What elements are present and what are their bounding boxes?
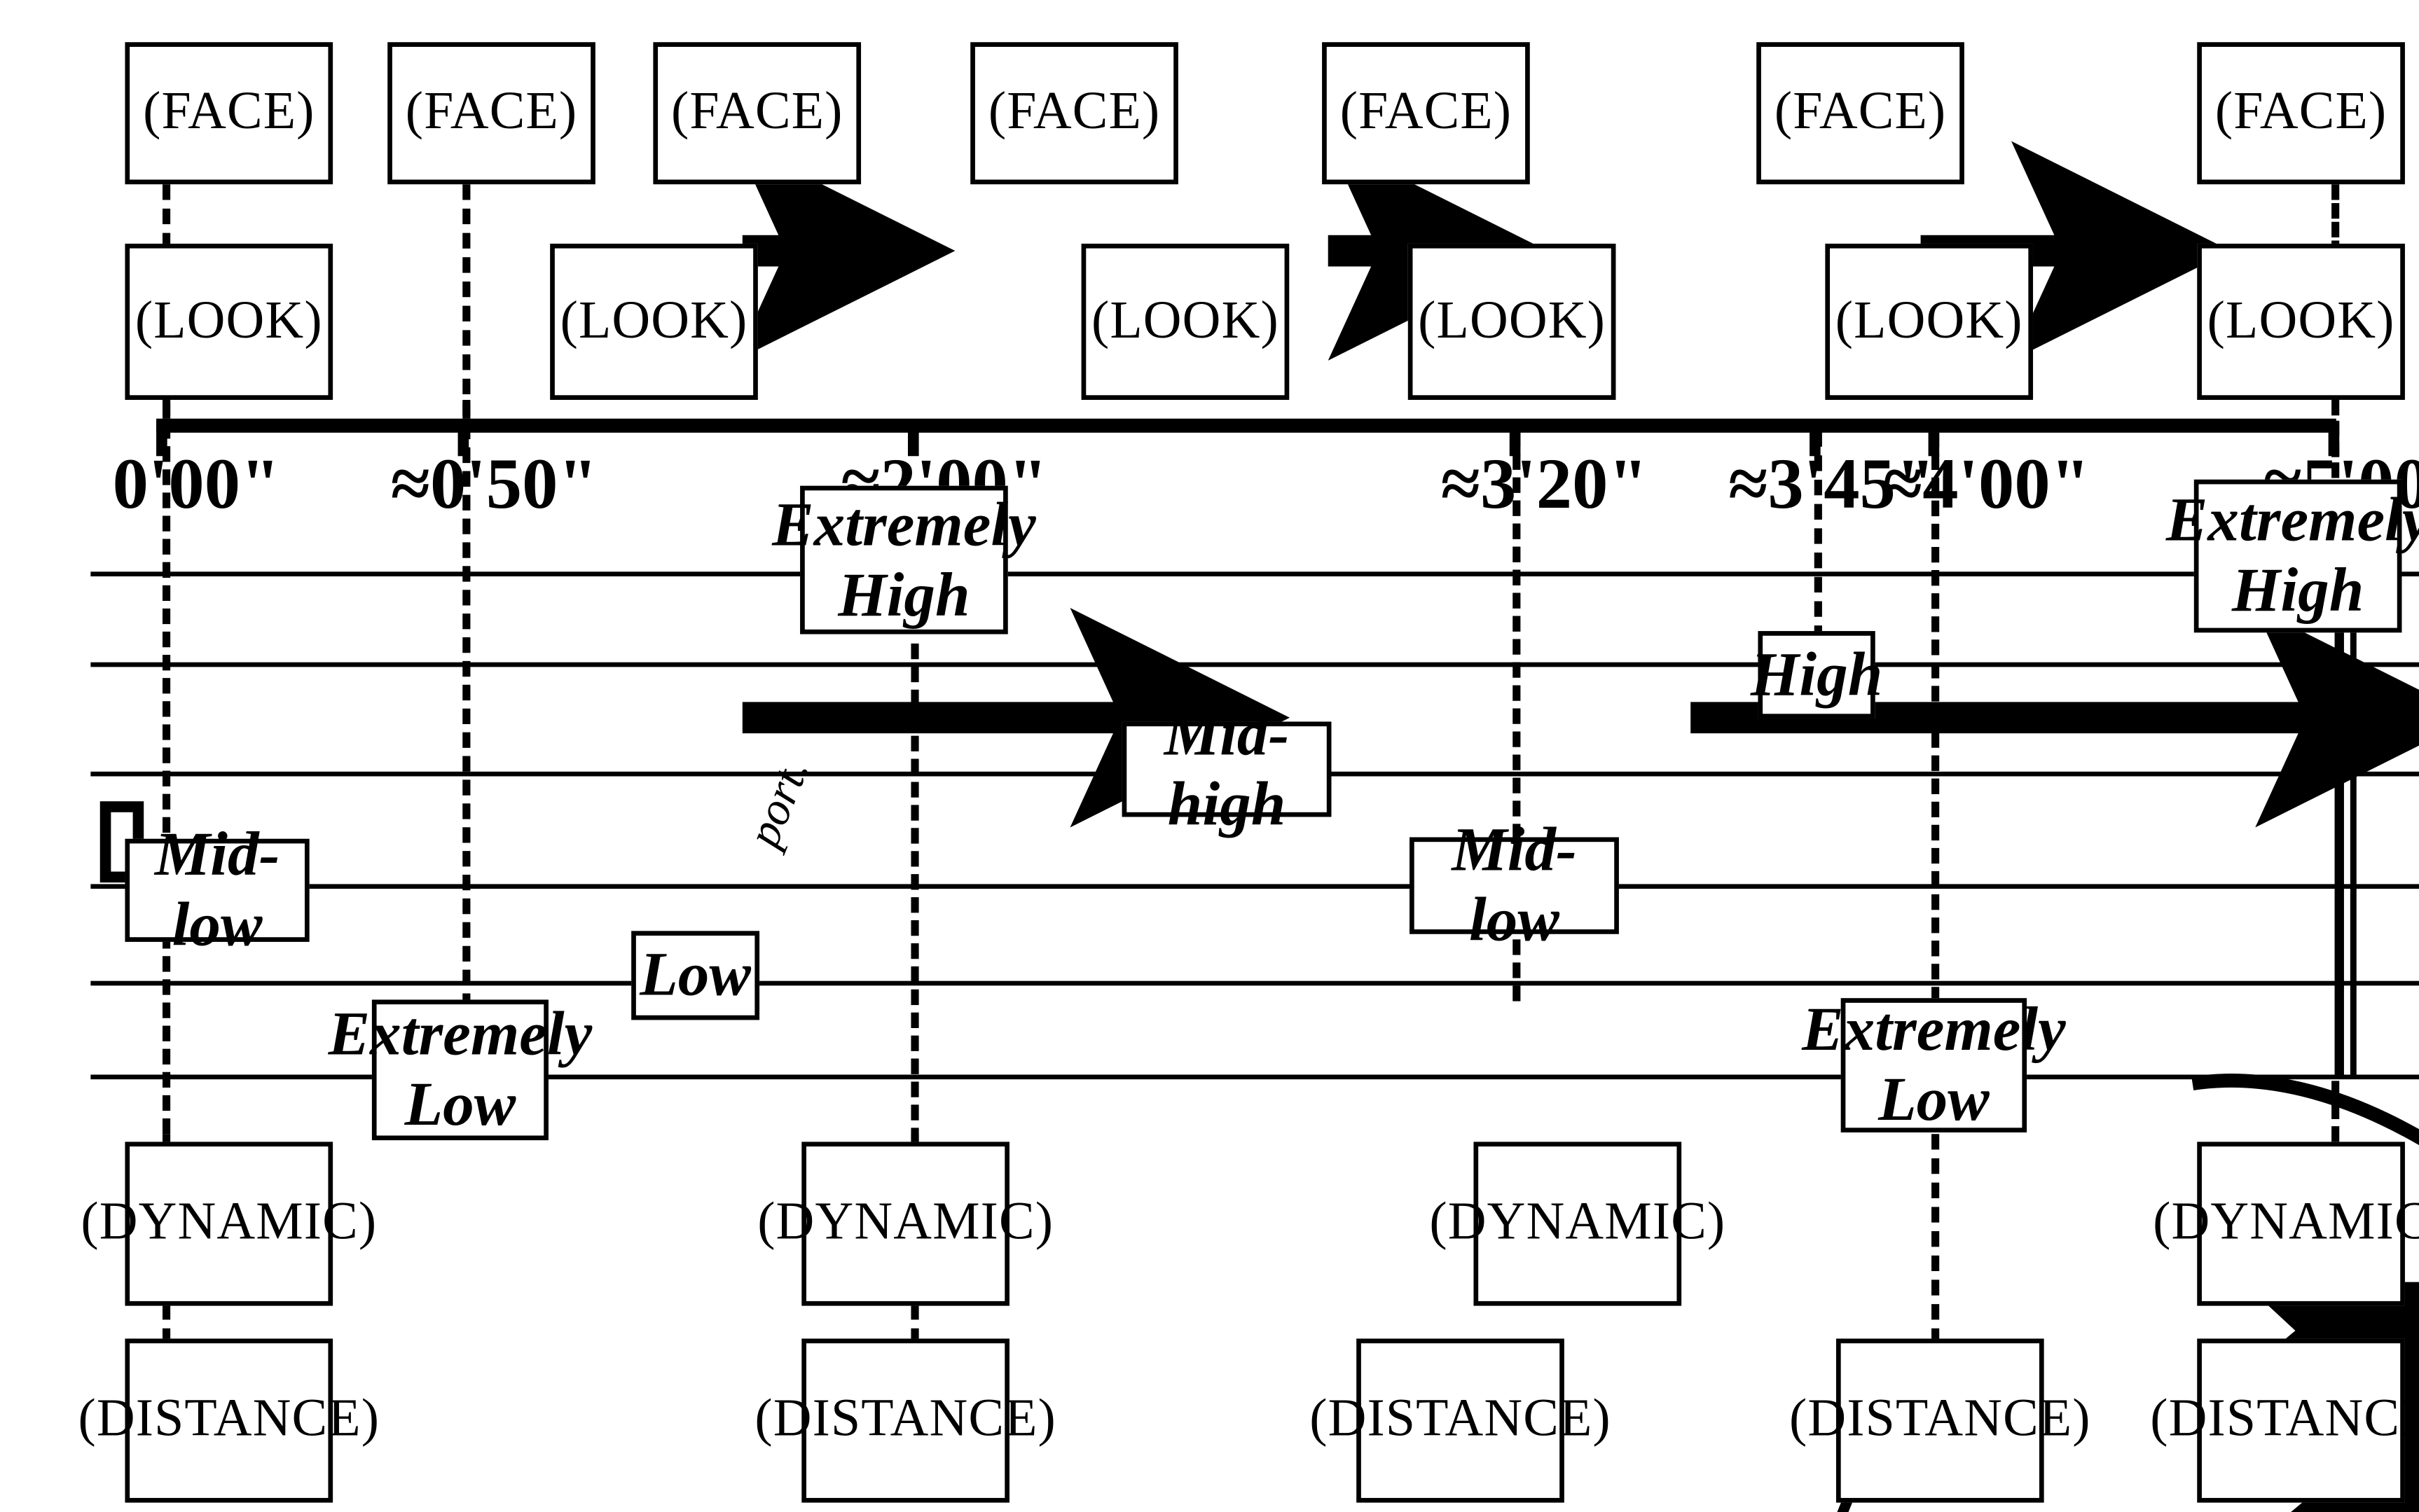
pitch-label-mid-high-1: Mid-high	[1164, 698, 1290, 838]
look-box-4[interactable]: (LOOK)	[1407, 243, 1616, 400]
dynamic-box-2[interactable]: (DYNAMIC)	[757, 1142, 1053, 1306]
pitch-label-extremely-high-2: Extremely High	[2165, 484, 2419, 625]
face-box-3[interactable]: (FACE)	[653, 42, 862, 185]
face-box-6[interactable]: (FACE)	[1756, 42, 1964, 185]
distance-box-1[interactable]: (DISTANCE)	[78, 1338, 379, 1503]
pitch-label-extremely-low-1: Extremely Low	[328, 998, 593, 1139]
pitch-box-high-1[interactable]: High	[1751, 631, 1882, 719]
timeline-axis	[156, 418, 2336, 433]
pitch-label-mid-low-2: Mid-low	[1452, 814, 1577, 955]
staff-line-1	[90, 571, 2419, 577]
staff-line-2	[90, 662, 2419, 667]
face-box-1[interactable]: (FACE)	[125, 42, 333, 185]
guide-dash-0m50	[462, 184, 471, 419]
guide-dash-2m00	[911, 643, 919, 1144]
staff-line-5	[90, 980, 2419, 986]
pitch-box-mid-low-2[interactable]: Mid-low	[1410, 814, 1619, 954]
dynamic-box-1[interactable]: (DYNAMIC)	[81, 1142, 376, 1306]
face-box-4[interactable]: (FACE)	[970, 42, 1178, 185]
staff-line-4	[90, 884, 2419, 889]
pitch-label-extremely-low-2: Extremely Low	[1802, 993, 2066, 1135]
pitch-label-high-1: High	[1750, 638, 1883, 709]
pitch-label-low-1: Low	[640, 938, 751, 1010]
look-box-6[interactable]: (LOOK)	[2197, 243, 2405, 400]
timeline-label-2: ≈0'50"	[390, 443, 598, 524]
pitch-box-extremely-high-2[interactable]: Extremely High	[2166, 479, 2419, 633]
pitch-box-extremely-low-1[interactable]: Extremely Low	[329, 999, 592, 1141]
look-box-5[interactable]: (LOOK)	[1825, 243, 2034, 400]
timeline-label-6: ≈4'00"	[1882, 443, 2090, 524]
look-box-1[interactable]: (LOOK)	[125, 243, 333, 400]
diagram-canvas: (FACE) (FACE) (FACE) (FACE) (FACE) (FACE…	[0, 0, 2419, 1512]
pitch-box-mid-low-1[interactable]: Mid-low	[125, 819, 310, 959]
distance-box-2[interactable]: (DISTANCE)	[754, 1338, 1056, 1503]
pitch-box-extremely-low-2[interactable]: Extremely Low	[1802, 994, 2066, 1133]
face-box-2[interactable]: (FACE)	[387, 42, 595, 185]
portamento-label: port.	[738, 751, 820, 854]
look-box-2[interactable]: (LOOK)	[550, 243, 758, 400]
distance-box-5[interactable]: (DISTANCE)	[2150, 1338, 2419, 1503]
look-box-3[interactable]: (LOOK)	[1081, 243, 1290, 400]
guide-dash-4m00-b	[1931, 1134, 1940, 1368]
timeline-label-1: 0'00"	[112, 443, 281, 524]
distance-box-3[interactable]: (DISTANCE)	[1309, 1338, 1611, 1503]
pitch-label-mid-low-1: Mid-low	[154, 819, 280, 959]
pitch-box-low-1[interactable]: Low	[631, 931, 760, 1020]
pitch-box-mid-high-1[interactable]: Mid-high	[1122, 698, 1332, 838]
pitch-label-extremely-high-1: Extremely High	[772, 488, 1036, 629]
face-box-5[interactable]: (FACE)	[1322, 42, 1530, 185]
distance-box-4[interactable]: (DISTANCE)	[1789, 1338, 2090, 1503]
timeline-label-4: ≈3'20"	[1440, 443, 1648, 524]
dynamic-box-4[interactable]: (DYNAMIC)	[2153, 1142, 2419, 1306]
face-box-7[interactable]: (FACE)	[2197, 42, 2405, 185]
pitch-box-extremely-high-1[interactable]: Extremely High	[772, 485, 1036, 634]
final-barline-thin	[2350, 571, 2357, 1075]
final-barline-thick	[2334, 571, 2344, 1075]
dynamic-box-3[interactable]: (DYNAMIC)	[1429, 1142, 1725, 1306]
